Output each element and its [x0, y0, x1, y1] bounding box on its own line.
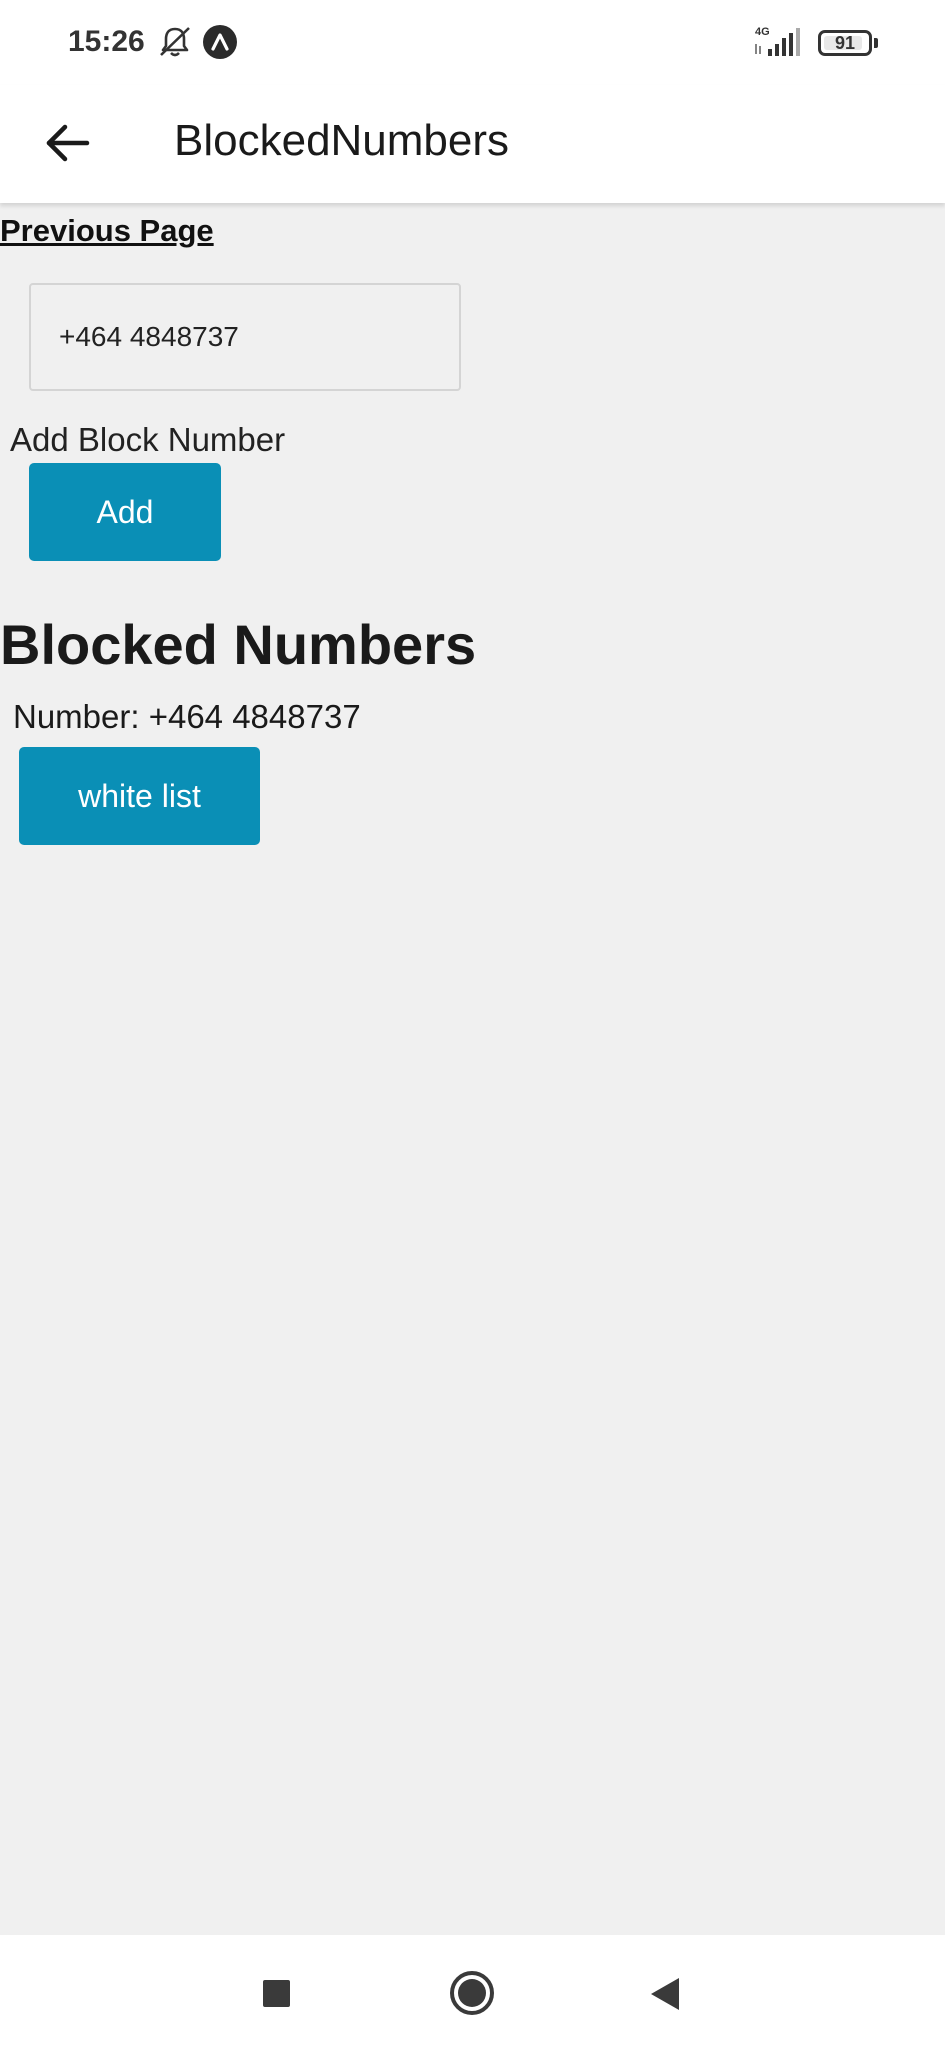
recents-square-icon[interactable]	[263, 1980, 290, 2007]
battery-icon: 91	[818, 30, 872, 56]
app-notification-icon	[203, 25, 237, 59]
home-circle-icon[interactable]	[450, 1971, 494, 2015]
previous-page-link[interactable]: Previous Page	[0, 212, 214, 250]
signal-icon: 4G	[755, 26, 800, 56]
app-bar: BlockedNumbers	[0, 85, 945, 203]
white-list-button[interactable]: white list	[19, 747, 260, 845]
blocked-numbers-heading: Blocked Numbers	[0, 613, 477, 676]
blocked-number-item: Number: +464 4848737	[13, 698, 361, 735]
phone-number-input[interactable]	[29, 283, 461, 391]
system-nav-bar	[0, 1935, 945, 2048]
battery-percent: 91	[834, 33, 856, 53]
back-button[interactable]	[30, 105, 106, 181]
page-title: BlockedNumbers	[174, 116, 510, 165]
add-button[interactable]: Add	[29, 463, 221, 561]
status-bar: 15:26 4G 91	[0, 0, 945, 85]
bell-muted-icon	[160, 27, 190, 57]
battery-tip	[874, 38, 878, 48]
arrow-left-icon	[46, 124, 90, 162]
status-time: 15:26	[68, 25, 145, 58]
back-triangle-icon[interactable]	[651, 1978, 679, 2010]
network-type-label: 4G	[755, 26, 770, 38]
home-circle-inner	[458, 1979, 486, 2007]
add-block-number-label: Add Block Number	[10, 421, 286, 458]
